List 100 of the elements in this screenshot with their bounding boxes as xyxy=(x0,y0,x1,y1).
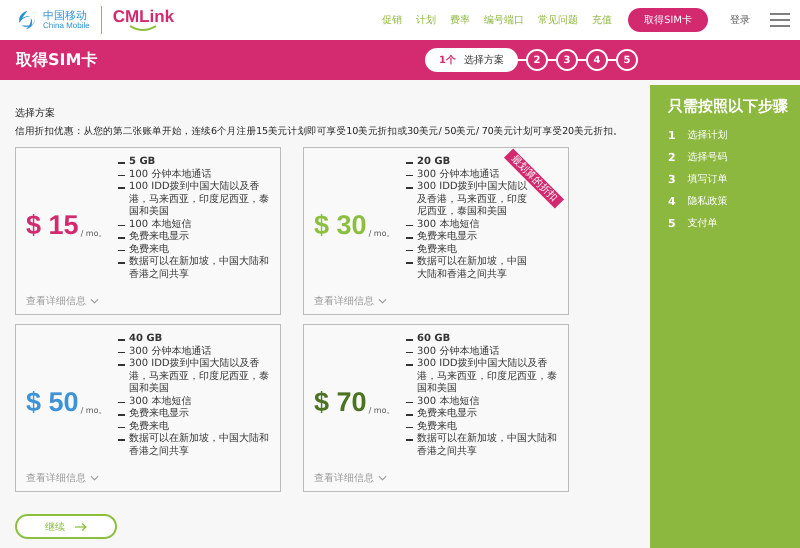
feature-text: 免费来电显示 xyxy=(417,231,477,244)
logo-subtext: China Mobile xyxy=(43,22,90,30)
step-number: 4 xyxy=(668,194,676,208)
dash-icon xyxy=(406,426,413,428)
step-number: 2 xyxy=(668,150,676,164)
feature-text: 5 GB xyxy=(129,156,156,168)
step-text: 隐私政策 xyxy=(688,195,728,208)
dash-icon xyxy=(118,402,125,403)
arrow-right-icon xyxy=(75,522,87,530)
step-number: 1 xyxy=(668,128,676,142)
step-text: 选择计划 xyxy=(688,128,728,142)
section-title: 选择方案 xyxy=(15,106,56,120)
feature-text: 300 IDD拨到中国大陆以及香港，马来西亚，印度尼西亚，泰国和美国 xyxy=(129,358,270,396)
plan-card[interactable]: $ 15/ mo。 5 GB 100 分钟本地通话 100 IDD拨到中国大陆以及香港，马来西亚，印度尼西亚，泰国和美国 100 本地短信 免费来电显示 免费来电 数据可以在新加坡，中国大陆和香港之间共享 查看详细信息 xyxy=(15,147,281,315)
price-unit: / mo。 xyxy=(80,404,106,416)
step-number: 5 xyxy=(668,216,676,230)
step-indicator[interactable]: 3 xyxy=(556,49,578,71)
get-sim-button[interactable]: 取得SIM卡 xyxy=(628,8,708,32)
step-indicator[interactable]: 2 xyxy=(526,49,548,71)
feature-text: 数据可以在新加坡，中国大陆和香港之间共享 xyxy=(417,433,558,458)
feature-text: 60 GB xyxy=(417,333,450,346)
nav-link[interactable]: 常见问题 xyxy=(538,13,578,27)
feature-text: 300 分钟本地通话 xyxy=(417,346,500,358)
chevron-down-icon xyxy=(90,475,99,481)
feature-text: 免费来电 xyxy=(417,244,457,256)
plan-price: $ 50 xyxy=(26,386,79,418)
feature-text: 免费来电显示 xyxy=(129,231,189,244)
details-link[interactable]: 查看详细信息 xyxy=(26,294,274,308)
promo-text: 信用折扣优惠：从您的第二张账单开始，连续6个月注册15美元计划即可享受10美元折扣或30美元/ 50美元/ 70美元计划可享受20美元折扣。 xyxy=(15,125,624,138)
dash-icon xyxy=(118,352,125,353)
plan-price: $ 70 xyxy=(314,386,367,418)
price-unit: / mo。 xyxy=(368,404,394,416)
dash-icon xyxy=(406,250,413,251)
dash-icon xyxy=(406,339,413,340)
feature-text: 300 本地短信 xyxy=(417,396,480,408)
price-unit: / mo。 xyxy=(368,228,394,238)
feature-text: 300 本地短信 xyxy=(417,218,480,230)
nav-link[interactable]: 费率 xyxy=(450,13,470,27)
dash-icon xyxy=(406,237,413,238)
feature-text: 免费来电 xyxy=(129,244,169,256)
sidebar-title: 只需按照以下步骤 xyxy=(668,97,789,116)
menu-icon[interactable] xyxy=(770,13,790,27)
feature-text: 免费来电 xyxy=(417,420,457,432)
dash-icon xyxy=(406,262,413,264)
step-indicator[interactable]: 1个 选择方案 xyxy=(425,48,518,72)
feature-text: 300 IDD拨到中国大陆以及香港，马来西亚，印度尼西亚，泰国和美国 xyxy=(417,358,558,396)
dash-icon xyxy=(118,237,125,238)
plan-card[interactable]: $ 70/ mo。 60 GB 300 分钟本地通话 300 IDD拨到中国大陆以及香港，马来西亚，印度尼西亚，泰国和美国 300 本地短信 免费来电显示 免费来电 数据可以在新加坡，中国大陆和香港之间共享 查看详细信息 xyxy=(303,324,569,492)
feature-text: 100 IDD拨到中国大陆以及香港，马来西亚，印度尼西亚，泰国和美国 xyxy=(129,181,270,218)
feature-text: 免费来电显示 xyxy=(129,408,189,420)
feature-text: 100 分钟本地通话 xyxy=(129,168,212,180)
details-link[interactable]: 查看详细信息 xyxy=(314,471,562,485)
dash-icon xyxy=(118,364,125,366)
chevron-down-icon xyxy=(378,475,387,481)
dash-icon xyxy=(406,187,413,188)
dash-icon xyxy=(118,439,125,440)
step-text: 选择号码 xyxy=(688,150,728,164)
feature-text: 300 本地短信 xyxy=(129,396,192,408)
feature-text: 300 分钟本地通话 xyxy=(129,346,212,358)
dash-icon xyxy=(406,439,413,440)
feature-text: 数据可以在新加坡，中国大陆和香港之间共享 xyxy=(129,256,270,281)
arc-icon xyxy=(128,24,158,32)
price-unit: / mo。 xyxy=(80,228,106,238)
login-link[interactable]: 登录 xyxy=(730,13,750,27)
plan-card[interactable]: $ 50/ mo。 40 GB 300 分钟本地通话 300 IDD拨到中国大陆以及香港，马来西亚，印度尼西亚，泰国和美国 300 本地短信 免费来电显示 免费来电 数据可以在新加坡，中国大陆和香港之间共享 查看详细信息 xyxy=(15,324,281,492)
plan-price: $ 30 xyxy=(314,210,367,240)
details-link[interactable]: 查看详细信息 xyxy=(314,294,562,308)
dash-icon xyxy=(118,250,125,251)
dash-icon xyxy=(406,364,413,366)
dash-icon xyxy=(118,339,125,340)
dash-icon xyxy=(406,414,413,416)
page-title: 取得SIM卡 xyxy=(16,50,98,70)
details-link[interactable]: 查看详细信息 xyxy=(26,471,274,485)
dash-icon xyxy=(406,402,413,403)
logo-text: 中国移动 xyxy=(43,10,88,22)
feature-text: 数据可以在新加坡，中国大陆和香港之间共享 xyxy=(129,433,270,458)
chevron-down-icon xyxy=(378,298,387,304)
step-indicator[interactable]: 4 xyxy=(586,49,608,71)
nav-link[interactable]: 计划 xyxy=(416,13,436,27)
dash-icon xyxy=(406,174,413,176)
dash-icon xyxy=(118,174,125,176)
feature-text: 100 本地短信 xyxy=(129,218,192,230)
step-number: 3 xyxy=(668,172,676,186)
step-text: 支付单 xyxy=(688,216,718,230)
dash-icon xyxy=(406,352,413,353)
plan-price: $ 15 xyxy=(26,210,79,240)
nav-link[interactable]: 编号端口 xyxy=(484,13,524,27)
nav-link[interactable]: 促销 xyxy=(382,13,402,27)
nav-link[interactable]: 充值 xyxy=(592,13,612,27)
feature-text: 300 分钟本地通话 xyxy=(417,168,500,180)
dash-icon xyxy=(118,187,125,188)
dash-icon xyxy=(118,426,125,428)
feature-text: 免费来电显示 xyxy=(417,408,477,420)
feature-text: 数据可以在新加坡，中国大陆和香港之间共享 xyxy=(417,256,528,281)
dash-icon xyxy=(118,162,125,164)
feature-text: 40 GB xyxy=(129,333,162,346)
step-indicator[interactable]: 5 xyxy=(616,49,638,71)
feature-text: 免费来电 xyxy=(129,420,169,432)
dash-icon xyxy=(118,414,125,416)
dash-icon xyxy=(406,224,413,226)
